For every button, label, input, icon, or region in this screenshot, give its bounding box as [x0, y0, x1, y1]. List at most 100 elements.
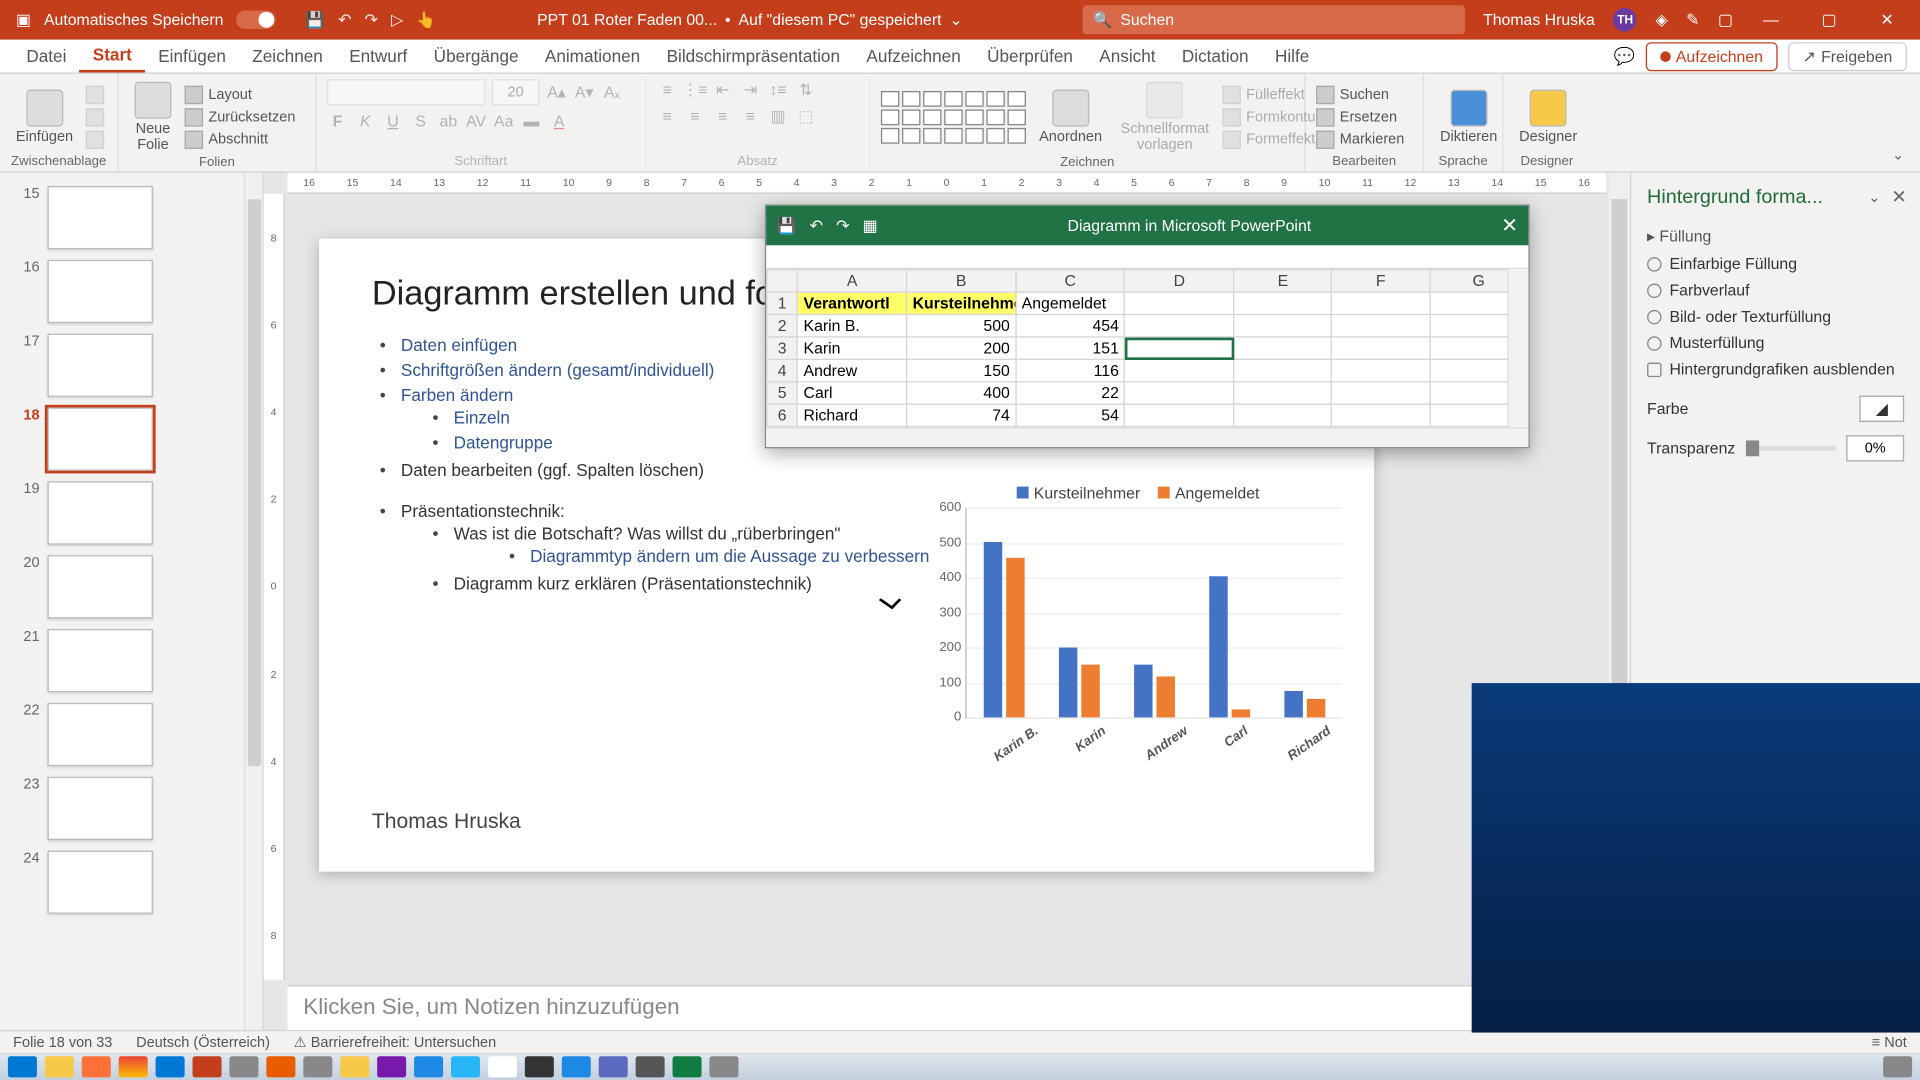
shapes-gallery[interactable]: [881, 91, 1026, 144]
quick-styles-button[interactable]: Schnellformat vorlagen: [1115, 79, 1214, 155]
accessibility-check[interactable]: ⚠ Barrierefreiheit: Untersuchen: [294, 1034, 496, 1051]
selected-cell[interactable]: [1125, 337, 1234, 359]
explorer-icon[interactable]: [45, 1056, 74, 1077]
col-header[interactable]: A: [798, 270, 907, 292]
app-icon[interactable]: [303, 1056, 332, 1077]
tab-zeichnen[interactable]: Zeichnen: [239, 40, 336, 73]
onenote-icon[interactable]: [377, 1056, 406, 1077]
highlight-button[interactable]: ▬: [521, 111, 542, 132]
font-size-select[interactable]: 20: [492, 79, 539, 105]
collapse-ribbon-icon[interactable]: ⌄: [1892, 146, 1904, 163]
justify-icon[interactable]: ≡: [740, 105, 761, 126]
paste-button[interactable]: Einfügen: [11, 86, 79, 147]
transparency-input[interactable]: [1846, 435, 1904, 461]
app-icon[interactable]: [709, 1056, 738, 1077]
app-icon[interactable]: [340, 1056, 369, 1077]
tab-uebergaenge[interactable]: Übergänge: [421, 40, 532, 73]
comments-icon[interactable]: 💬: [1614, 45, 1635, 66]
tab-ueberpruefen[interactable]: Überprüfen: [974, 40, 1086, 73]
decrease-font-icon[interactable]: A▾: [574, 82, 595, 103]
align-center-icon[interactable]: ≡: [684, 105, 705, 126]
numbering-icon[interactable]: ⋮≡: [684, 79, 705, 100]
thumb-18[interactable]: 18: [0, 402, 262, 476]
corner-cell[interactable]: [767, 270, 798, 292]
underline-button[interactable]: U: [382, 111, 403, 132]
dictate-button[interactable]: Diktieren: [1435, 86, 1503, 147]
slide-canvas[interactable]: 1615141312111098765432101234567891011121…: [264, 173, 1630, 1033]
thumb-22[interactable]: 22: [0, 698, 262, 772]
record-button[interactable]: Aufzeichnen: [1646, 42, 1778, 71]
editor-grid-icon[interactable]: ▦: [863, 216, 878, 234]
col-header[interactable]: E: [1234, 270, 1332, 292]
bold-button[interactable]: F: [327, 111, 348, 132]
select-button[interactable]: Markieren: [1316, 130, 1404, 148]
bullets-icon[interactable]: ≡: [657, 79, 678, 100]
app-icon[interactable]: [414, 1056, 443, 1077]
designer-button[interactable]: Designer: [1514, 86, 1583, 147]
thumbs-scrollbar[interactable]: [244, 173, 262, 1033]
dropdown-icon[interactable]: ⌄: [949, 11, 962, 29]
layout-button[interactable]: Layout: [185, 86, 296, 104]
tab-aufzeichnen[interactable]: Aufzeichnen: [853, 40, 974, 73]
formula-bar[interactable]: [766, 245, 1528, 269]
user-name[interactable]: Thomas Hruska: [1483, 11, 1595, 29]
columns-icon[interactable]: ▥: [767, 105, 788, 126]
thumb-24[interactable]: 24: [0, 845, 262, 919]
app-icon[interactable]: [562, 1056, 591, 1077]
section-button[interactable]: Abschnitt: [185, 131, 296, 149]
save-icon[interactable]: 💾: [305, 11, 325, 29]
editor-v-scroll[interactable]: [1507, 269, 1528, 427]
touch-mode-icon[interactable]: 👆: [416, 11, 436, 29]
col-header[interactable]: C: [1016, 270, 1125, 292]
replace-button[interactable]: Ersetzen: [1316, 107, 1404, 125]
autosave-toggle[interactable]: [237, 11, 277, 29]
spacing-button[interactable]: AV: [466, 111, 487, 132]
undo-icon[interactable]: ↶: [338, 11, 351, 29]
col-header[interactable]: B: [907, 270, 1016, 292]
col-header[interactable]: D: [1125, 270, 1234, 292]
new-slide-button[interactable]: Neue Folie: [129, 79, 176, 155]
strike-button[interactable]: S: [410, 111, 431, 132]
increase-font-icon[interactable]: A▴: [546, 82, 567, 103]
pane-section[interactable]: ▸ Füllung: [1647, 222, 1904, 251]
start-icon[interactable]: [8, 1056, 37, 1077]
color-picker-button[interactable]: ◢: [1859, 396, 1904, 422]
minimize-button[interactable]: —: [1751, 11, 1791, 29]
editor-undo-icon[interactable]: ↶: [810, 216, 823, 234]
editor-close-button[interactable]: ✕: [1501, 214, 1518, 238]
arrange-button[interactable]: Anordnen: [1034, 87, 1107, 148]
slide-counter[interactable]: Folie 18 von 33: [13, 1035, 112, 1051]
tab-bildschirm[interactable]: Bildschirmpräsentation: [653, 40, 853, 73]
pattern-fill-option[interactable]: Musterfüllung: [1647, 330, 1904, 356]
language-indicator[interactable]: Deutsch (Österreich): [136, 1035, 270, 1051]
smartart-icon[interactable]: ⬚: [795, 105, 816, 126]
line-spacing-icon[interactable]: ↕≡: [767, 79, 788, 100]
vlc-icon[interactable]: [266, 1056, 295, 1077]
italic-button[interactable]: K: [355, 111, 376, 132]
app-icon[interactable]: [599, 1056, 628, 1077]
find-button[interactable]: Suchen: [1316, 85, 1404, 103]
redo-icon[interactable]: ↷: [365, 11, 378, 29]
font-family-select[interactable]: [327, 79, 485, 105]
align-left-icon[interactable]: ≡: [657, 105, 678, 126]
window-icon[interactable]: ▢: [1718, 11, 1733, 29]
editor-redo-icon[interactable]: ↷: [836, 216, 849, 234]
font-color-button[interactable]: A: [549, 111, 570, 132]
chart-data-editor[interactable]: 💾 ↶ ↷ ▦ Diagramm in Microsoft PowerPoint…: [765, 204, 1530, 448]
settings-icon[interactable]: [636, 1056, 665, 1077]
tab-dictation[interactable]: Dictation: [1169, 40, 1262, 73]
search-input[interactable]: 🔍 Suchen: [1082, 5, 1464, 34]
editor-save-icon[interactable]: 💾: [777, 216, 797, 234]
app-icon[interactable]: [488, 1056, 517, 1077]
indent-dec-icon[interactable]: ⇤: [712, 79, 733, 100]
notes-pane[interactable]: Klicken Sie, um Notizen hinzuzufügen: [287, 985, 1606, 1032]
cut-button[interactable]: [86, 85, 104, 103]
avatar[interactable]: TH: [1613, 8, 1637, 32]
thumb-21[interactable]: 21: [0, 624, 262, 698]
tab-ansicht[interactable]: Ansicht: [1086, 40, 1169, 73]
chart[interactable]: Kursteilnehmer Angemeldet 01002003004005…: [920, 484, 1342, 774]
tab-hilfe[interactable]: Hilfe: [1262, 40, 1323, 73]
app-icon[interactable]: [229, 1056, 258, 1077]
diamond-icon[interactable]: ◈: [1655, 11, 1667, 29]
share-button[interactable]: ↗Freigeben: [1788, 42, 1907, 71]
